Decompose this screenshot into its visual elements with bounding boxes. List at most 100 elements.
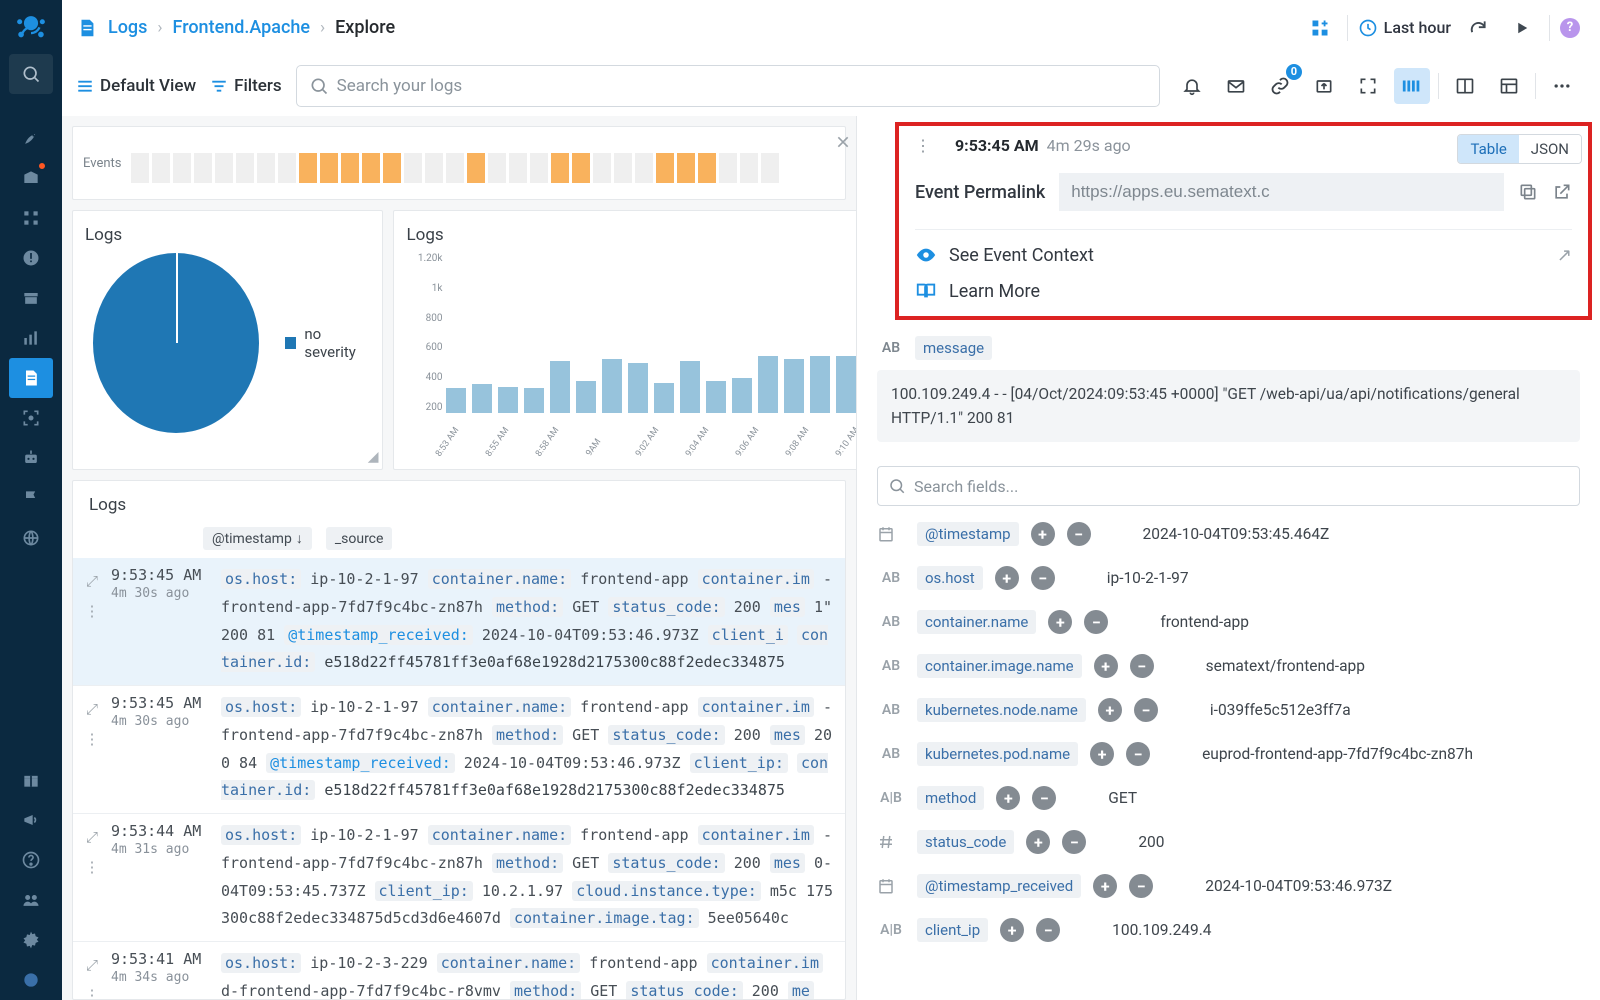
logs-search-input[interactable]: Search your logs — [296, 65, 1160, 107]
nav-megaphone-icon[interactable] — [9, 800, 53, 840]
exclude-filter-icon[interactable]: − — [1126, 742, 1150, 766]
crumb-app[interactable]: Frontend.Apache — [173, 17, 311, 38]
add-filter-icon[interactable]: + — [1026, 830, 1050, 854]
exclude-filter-icon[interactable]: − — [1084, 610, 1108, 634]
add-filter-icon[interactable]: + — [1090, 742, 1114, 766]
expand-icon[interactable]: ⤢ — [86, 828, 98, 846]
nav-chart-icon[interactable] — [9, 318, 53, 358]
tab-table[interactable]: Table — [1458, 135, 1518, 163]
col-source[interactable]: _source — [326, 527, 393, 550]
field-name-chip[interactable]: os.host — [917, 566, 983, 590]
add-filter-icon[interactable]: + — [1031, 522, 1055, 546]
add-filter-icon[interactable]: + — [1094, 654, 1118, 678]
add-filter-icon[interactable]: + — [1093, 874, 1117, 898]
fields-search-input[interactable]: Search fields... — [877, 466, 1580, 506]
help-badge-icon[interactable]: ? — [1560, 18, 1580, 38]
refresh-icon[interactable] — [1461, 11, 1495, 45]
field-name-chip[interactable]: @timestamp — [917, 522, 1019, 546]
nav-team-icon[interactable] — [9, 880, 53, 920]
message-chip[interactable]: message — [915, 336, 992, 360]
row-more-icon[interactable]: ⋮ — [85, 730, 100, 748]
field-name-chip[interactable]: client_ip — [917, 918, 988, 942]
saved-view-dropdown[interactable]: Default View — [76, 76, 196, 96]
nav-archive-icon[interactable] — [9, 278, 53, 318]
field-type-icon — [877, 833, 905, 851]
time-range[interactable]: Last hour — [1358, 18, 1451, 38]
exclude-filter-icon[interactable]: − — [1031, 566, 1055, 590]
col-timestamp[interactable]: @timestamp ↓ — [203, 527, 312, 550]
field-row: @timestamp + − 2024-10-04T09:53:45.464Z — [877, 512, 1580, 556]
row-more-icon[interactable]: ⋮ — [85, 858, 100, 876]
nav-alert-icon[interactable] — [9, 238, 53, 278]
field-name-chip[interactable]: @timestamp_received — [917, 874, 1081, 898]
add-filter-icon[interactable]: + — [995, 566, 1019, 590]
nav-inbox-icon[interactable] — [9, 158, 53, 198]
share-icon[interactable]: 0 — [1262, 68, 1298, 104]
row-more-icon[interactable]: ⋮ — [85, 986, 100, 999]
fullscreen-icon[interactable] — [1350, 68, 1386, 104]
see-context-link[interactable]: See Event Context ↗ — [915, 244, 1572, 266]
filters-button[interactable]: Filters — [210, 76, 282, 96]
exclude-filter-icon[interactable]: − — [1129, 874, 1153, 898]
field-name-chip[interactable]: kubernetes.pod.name — [917, 742, 1078, 766]
nav-help-icon[interactable] — [9, 840, 53, 880]
nav-globe-icon[interactable] — [9, 518, 53, 558]
add-filter-icon[interactable]: + — [1000, 918, 1024, 942]
nav-logs-icon[interactable] — [9, 358, 53, 398]
expand-icon[interactable]: ⤢ — [86, 572, 98, 590]
copy-icon[interactable] — [1518, 182, 1538, 202]
add-filter-icon[interactable]: + — [1048, 610, 1072, 634]
more-icon[interactable] — [1544, 68, 1580, 104]
nav-robot-icon[interactable] — [9, 438, 53, 478]
exclude-filter-icon[interactable]: − — [1036, 918, 1060, 942]
field-type-icon: A|B — [877, 790, 905, 806]
nav-gift-icon[interactable] — [9, 760, 53, 800]
field-name-chip[interactable]: method — [917, 786, 984, 810]
nav-flag-icon[interactable] — [9, 478, 53, 518]
nav-scan-icon[interactable] — [9, 398, 53, 438]
exclude-filter-icon[interactable]: − — [1134, 698, 1158, 722]
exclude-filter-icon[interactable]: − — [1032, 786, 1056, 810]
app-logo[interactable] — [9, 4, 53, 48]
type-string-icon: AB — [877, 340, 905, 356]
permalink-input[interactable] — [1059, 173, 1504, 211]
table-row[interactable]: ⤢⋮ 9:53:45 AM4m 30s ago os.host: ip-10-2… — [73, 685, 845, 813]
field-name-chip[interactable]: container.name — [917, 610, 1036, 634]
nav-search[interactable] — [9, 54, 53, 94]
play-icon[interactable] — [1505, 11, 1539, 45]
tab-json[interactable]: JSON — [1519, 135, 1581, 163]
table-view-icon[interactable] — [1491, 68, 1527, 104]
field-value: i-039ffe5c512e3ff7a — [1170, 701, 1580, 719]
nav-apps-icon[interactable] — [9, 198, 53, 238]
exclude-filter-icon[interactable]: − — [1062, 830, 1086, 854]
mail-icon[interactable] — [1218, 68, 1254, 104]
learn-more-link[interactable]: Learn More — [915, 280, 1572, 302]
table-row[interactable]: ⤢⋮ 9:53:41 AM4m 34s ago os.host: ip-10-2… — [73, 941, 845, 999]
nav-settings-icon[interactable] — [9, 920, 53, 960]
add-filter-icon[interactable]: + — [996, 786, 1020, 810]
open-external-icon[interactable] — [1552, 182, 1572, 202]
screenshot-icon[interactable] — [1306, 68, 1342, 104]
split-view-icon[interactable] — [1447, 68, 1483, 104]
table-row[interactable]: ⤢⋮ 9:53:45 AM4m 30s ago os.host: ip-10-2… — [73, 558, 845, 685]
table-row[interactable]: ⤢⋮ 9:53:44 AM4m 31s ago os.host: ip-10-2… — [73, 813, 845, 941]
detail-menu-icon[interactable]: ⋮ — [915, 136, 931, 155]
exclude-filter-icon[interactable]: − — [1067, 522, 1091, 546]
crumb-logs[interactable]: Logs — [108, 17, 147, 38]
expand-icon[interactable]: ⤢ — [86, 700, 98, 718]
close-detail-icon[interactable] — [835, 134, 851, 150]
highlight-toggle-icon[interactable] — [1394, 68, 1430, 104]
field-name-chip[interactable]: status_code — [917, 830, 1014, 854]
add-widget-icon[interactable] — [1303, 11, 1337, 45]
resize-handle-icon[interactable]: ◢ — [368, 449, 379, 465]
nav-brain-icon[interactable] — [9, 960, 53, 1000]
field-type-icon: AB — [877, 658, 905, 674]
field-name-chip[interactable]: container.image.name — [917, 654, 1082, 678]
field-name-chip[interactable]: kubernetes.node.name — [917, 698, 1086, 722]
row-more-icon[interactable]: ⋮ — [85, 602, 100, 620]
expand-icon[interactable]: ⤢ — [86, 956, 98, 974]
add-filter-icon[interactable]: + — [1098, 698, 1122, 722]
nav-rocket-icon[interactable] — [9, 118, 53, 158]
bell-icon[interactable] — [1174, 68, 1210, 104]
exclude-filter-icon[interactable]: − — [1130, 654, 1154, 678]
